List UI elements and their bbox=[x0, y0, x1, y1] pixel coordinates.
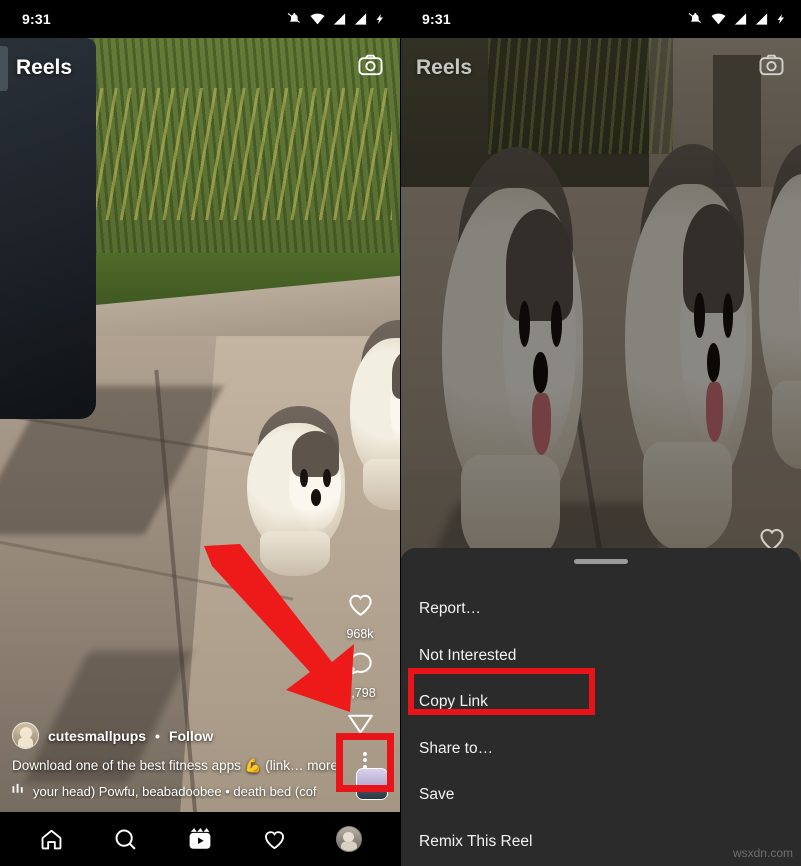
nav-home[interactable] bbox=[28, 816, 74, 862]
separator-dot: • bbox=[155, 727, 160, 744]
bell-off-icon bbox=[287, 11, 303, 27]
status-time: 9:31 bbox=[22, 11, 51, 27]
highlight-box-three-dots bbox=[336, 733, 394, 792]
reels-header-left: Reels bbox=[0, 44, 400, 92]
status-bar: 9:31 bbox=[0, 0, 400, 38]
watermark: wsxdn.com bbox=[732, 846, 793, 860]
bell-off-icon bbox=[688, 11, 704, 27]
profile-avatar-icon bbox=[335, 826, 362, 852]
menu-item-save[interactable]: Save bbox=[400, 772, 801, 819]
nav-reels[interactable] bbox=[177, 816, 223, 862]
left-phone-screen: 9:31 Reels 968k 9,798 cutesmallpups • Fo… bbox=[0, 0, 400, 866]
signal-icon bbox=[332, 11, 347, 27]
highlight-box-copy-link bbox=[408, 668, 595, 715]
caption-text[interactable]: Download one of the best fitness apps 💪 … bbox=[12, 756, 388, 776]
signal-icon bbox=[733, 11, 748, 27]
nav-activity[interactable] bbox=[251, 816, 297, 862]
status-bar: 9:31 bbox=[400, 0, 801, 38]
audio-bars-icon bbox=[12, 782, 25, 800]
wifi-icon bbox=[710, 11, 727, 27]
page-title: Reels bbox=[416, 56, 473, 79]
follow-button[interactable]: Follow bbox=[169, 728, 213, 744]
right-phone-screen: 9:31 Reels Report… Not Interested Copy L… bbox=[400, 0, 801, 866]
status-icons bbox=[287, 11, 386, 27]
camera-icon[interactable] bbox=[758, 52, 785, 84]
wifi-icon bbox=[309, 11, 326, 27]
menu-item-share-to[interactable]: Share to… bbox=[400, 726, 801, 773]
username[interactable]: cutesmallpups bbox=[48, 728, 146, 744]
page-title: Reels bbox=[16, 56, 73, 79]
signal-icon bbox=[353, 11, 368, 27]
battery-charging-icon bbox=[374, 11, 386, 27]
nav-profile[interactable] bbox=[326, 816, 372, 862]
avatar[interactable] bbox=[12, 722, 39, 750]
signal-icon bbox=[754, 11, 769, 27]
red-arrow-down-right bbox=[182, 544, 362, 729]
dual-screenshot-comparison: 9:31 Reels 968k 9,798 cutesmallpups • Fo… bbox=[0, 0, 801, 866]
screen-divider bbox=[400, 0, 401, 866]
options-bottom-sheet: Report… Not Interested Copy Link Share t… bbox=[400, 548, 801, 866]
nav-search[interactable] bbox=[103, 816, 149, 862]
status-icons bbox=[688, 11, 787, 27]
menu-item-report[interactable]: Report… bbox=[400, 586, 801, 633]
audio-row[interactable]: your head) Powfu, beabadoobee • death be… bbox=[12, 782, 388, 800]
reels-header-right: Reels bbox=[400, 44, 801, 92]
status-time: 9:31 bbox=[422, 11, 451, 27]
camera-icon[interactable] bbox=[357, 52, 384, 84]
battery-charging-icon bbox=[775, 11, 787, 27]
audio-title: your head) Powfu, beabadoobee • death be… bbox=[33, 783, 317, 799]
bottom-navigation-bar bbox=[0, 812, 400, 866]
